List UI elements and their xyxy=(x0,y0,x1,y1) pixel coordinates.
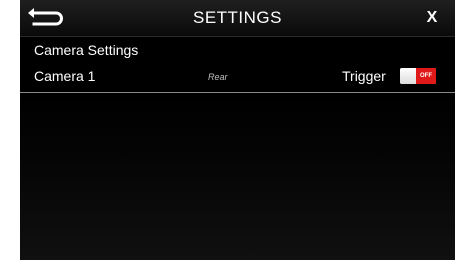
toggle-knob xyxy=(400,68,416,84)
settings-screen: SETTINGS X Camera Settings Camera 1 Rear… xyxy=(20,0,455,260)
section-title: Camera Settings xyxy=(34,42,139,58)
camera-name: Camera 1 xyxy=(34,68,96,84)
header-bar: SETTINGS X xyxy=(20,0,455,37)
device-frame: SETTINGS X Camera Settings Camera 1 Rear… xyxy=(0,0,475,268)
toggle-state-label: OFF xyxy=(416,68,436,84)
camera-position: Rear xyxy=(208,72,228,82)
page-title: SETTINGS xyxy=(192,8,282,27)
empty-content-area xyxy=(20,93,455,260)
trigger-label: Trigger xyxy=(342,68,386,84)
camera-row[interactable]: Camera 1 Rear Trigger OFF xyxy=(20,62,455,93)
close-button[interactable]: X xyxy=(417,4,447,32)
trigger-toggle[interactable]: OFF xyxy=(400,68,436,84)
back-button[interactable] xyxy=(26,4,66,32)
back-arrow-icon xyxy=(28,8,63,26)
